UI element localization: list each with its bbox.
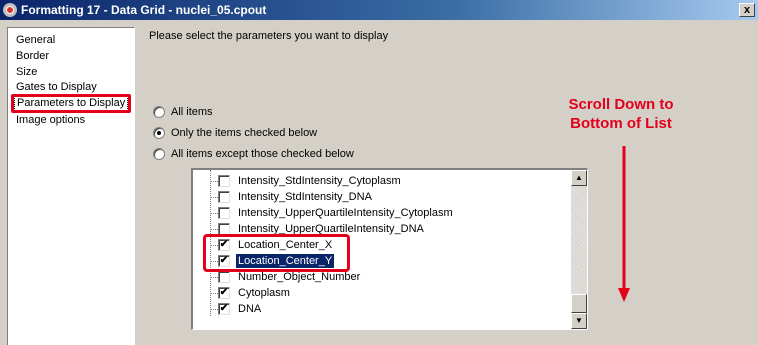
radio-label: Only the items checked below bbox=[171, 127, 318, 139]
list-item-label: Intensity_StdIntensity_DNA bbox=[238, 191, 372, 203]
list-item[interactable]: Intensity_StdIntensity_DNA bbox=[210, 189, 374, 205]
scrollbar-thumb[interactable] bbox=[571, 294, 587, 313]
radio-all-items[interactable]: All items bbox=[153, 104, 213, 120]
radio-all-except-checked[interactable]: All items except those checked below bbox=[153, 146, 354, 162]
annotation-highlight-box bbox=[11, 94, 131, 113]
checkbox[interactable] bbox=[218, 207, 230, 219]
vertical-scrollbar[interactable]: ▲ ▼ bbox=[571, 170, 587, 329]
nav-item-border[interactable]: Border bbox=[16, 49, 49, 64]
settings-nav-list: General Border Size Gates to Display Par… bbox=[7, 27, 135, 345]
nav-item-gates-to-display[interactable]: Gates to Display bbox=[16, 80, 97, 95]
radio-button[interactable] bbox=[153, 106, 165, 118]
radio-label: All items except those checked below bbox=[171, 148, 354, 160]
list-item-label: DNA bbox=[238, 303, 262, 315]
close-button[interactable]: x bbox=[739, 3, 755, 17]
list-item[interactable]: ✔ Cytoplasm bbox=[210, 285, 292, 301]
list-item-label: Number_Object_Number bbox=[238, 271, 361, 283]
app-icon bbox=[3, 3, 17, 17]
list-item[interactable]: ✔ DNA bbox=[210, 301, 263, 317]
list-item-label: Intensity_UpperQuartileIntensity_Cytopla… bbox=[238, 207, 453, 219]
annotation-highlight-box bbox=[203, 234, 350, 272]
radio-button[interactable] bbox=[153, 148, 165, 160]
window-title: Formatting 17 - Data Grid - nuclei_05.cp… bbox=[21, 3, 267, 17]
checkbox[interactable] bbox=[218, 271, 230, 283]
instruction-text: Please select the parameters you want to… bbox=[149, 30, 389, 42]
annotation-text: Scroll Down to Bottom of List bbox=[545, 95, 697, 133]
checkbox-checked[interactable]: ✔ bbox=[218, 287, 230, 299]
title-bar[interactable]: Formatting 17 - Data Grid - nuclei_05.cp… bbox=[0, 0, 758, 20]
arrow-down-icon bbox=[618, 146, 630, 302]
checkbox-checked[interactable]: ✔ bbox=[218, 303, 230, 315]
list-item[interactable]: Intensity_StdIntensity_Cytoplasm bbox=[210, 173, 403, 189]
nav-item-size[interactable]: Size bbox=[16, 65, 37, 80]
scroll-up-icon[interactable]: ▲ bbox=[571, 170, 587, 186]
list-item-label: Cytoplasm bbox=[238, 287, 290, 299]
radio-label: All items bbox=[171, 106, 213, 118]
list-item-label: Intensity_StdIntensity_Cytoplasm bbox=[238, 175, 401, 187]
checkbox[interactable] bbox=[218, 175, 230, 187]
annotation-line: Bottom of List bbox=[570, 115, 672, 132]
checkbox[interactable] bbox=[218, 191, 230, 203]
nav-item-image-options[interactable]: Image options bbox=[16, 113, 85, 128]
nav-item-general[interactable]: General bbox=[16, 33, 55, 48]
radio-only-checked[interactable]: Only the items checked below bbox=[153, 125, 317, 141]
list-item[interactable]: Intensity_UpperQuartileIntensity_Cytopla… bbox=[210, 205, 455, 221]
annotation-line: Scroll Down to bbox=[568, 96, 674, 113]
radio-button[interactable] bbox=[153, 127, 165, 139]
scroll-down-icon[interactable]: ▼ bbox=[571, 313, 587, 329]
